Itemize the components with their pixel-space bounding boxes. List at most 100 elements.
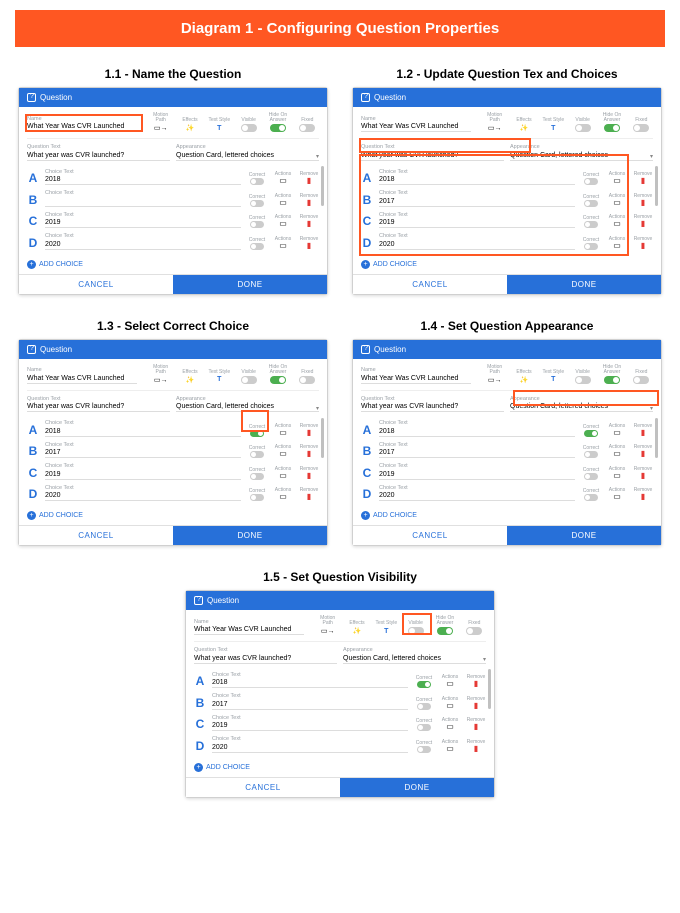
motion-path-tool[interactable]: Motion Path▭→	[483, 113, 506, 132]
cancel-button[interactable]: CANCEL	[19, 275, 173, 294]
motion-path-tool[interactable]: Motion Path▭→	[316, 616, 339, 635]
visible-toggle[interactable]: Visible	[571, 370, 594, 384]
scrollbar[interactable]	[488, 669, 491, 709]
done-button[interactable]: DONE	[507, 275, 661, 294]
actions-button[interactable]: Actions▭	[273, 236, 293, 250]
actions-button[interactable]: Actions▭	[440, 739, 460, 753]
appearance-select[interactable]: AppearanceQuestion Card, lettered choice…	[510, 397, 653, 413]
choice-text-field[interactable]: Choice Text2017	[379, 443, 575, 459]
visible-toggle[interactable]: Visible	[404, 621, 427, 635]
toggle-switch[interactable]	[437, 627, 453, 635]
add-choice-button[interactable]: +ADD CHOICE	[186, 760, 494, 775]
remove-button[interactable]: Remove▮	[466, 739, 486, 753]
question-text-field[interactable]: Question TextWhat year was CVR launched?	[361, 397, 504, 413]
correct-toggle[interactable]: Correct	[247, 215, 267, 228]
choice-text-field[interactable]: Choice Text2017	[212, 694, 408, 710]
done-button[interactable]: DONE	[507, 526, 661, 545]
add-choice-button[interactable]: +ADD CHOICE	[19, 257, 327, 272]
remove-button[interactable]: Remove▮	[299, 236, 319, 250]
correct-toggle[interactable]: Correct	[581, 172, 601, 185]
correct-toggle[interactable]: Correct	[581, 488, 601, 501]
scrollbar[interactable]	[321, 418, 324, 458]
cancel-button[interactable]: CANCEL	[186, 778, 340, 797]
remove-button[interactable]: Remove▮	[299, 466, 319, 480]
toggle-switch[interactable]	[241, 124, 257, 132]
text-style-tool[interactable]: Text StyleT	[375, 621, 398, 635]
actions-button[interactable]: Actions▭	[273, 466, 293, 480]
toggle-switch[interactable]	[408, 627, 424, 635]
correct-toggle[interactable]: Correct	[414, 740, 434, 753]
cancel-button[interactable]: CANCEL	[353, 526, 507, 545]
correct-toggle[interactable]: Correct	[581, 467, 601, 480]
hide-on-answer-toggle[interactable]: Hide On Answer	[266, 113, 289, 132]
fixed-toggle[interactable]: Fixed	[296, 370, 319, 384]
actions-button[interactable]: Actions▭	[273, 171, 293, 185]
correct-toggle[interactable]: Correct	[414, 675, 434, 688]
name-field[interactable]: NameWhat Year Was CVR Launched	[194, 620, 304, 636]
add-choice-button[interactable]: +ADD CHOICE	[19, 508, 327, 523]
question-text-field[interactable]: Question TextWhat year was CVR launched?	[27, 397, 170, 413]
toggle-switch[interactable]	[633, 124, 649, 132]
done-button[interactable]: DONE	[340, 778, 494, 797]
remove-button[interactable]: Remove▮	[299, 423, 319, 437]
toggle-switch[interactable]	[270, 376, 286, 384]
actions-button[interactable]: Actions▭	[273, 193, 293, 207]
remove-button[interactable]: Remove▮	[299, 171, 319, 185]
remove-button[interactable]: Remove▮	[633, 423, 653, 437]
actions-button[interactable]: Actions▭	[440, 696, 460, 710]
correct-toggle[interactable]: Correct	[247, 172, 267, 185]
choice-text-field[interactable]: Choice Text2018	[45, 170, 241, 186]
choice-text-field[interactable]: Choice Text2019	[45, 213, 241, 229]
choice-text-field[interactable]: Choice Text2017	[45, 443, 241, 459]
remove-button[interactable]: Remove▮	[633, 171, 653, 185]
choice-text-field[interactable]: Choice Text2020	[379, 486, 575, 502]
actions-button[interactable]: Actions▭	[607, 193, 627, 207]
correct-toggle[interactable]: Correct	[581, 424, 601, 437]
fixed-toggle[interactable]: Fixed	[630, 370, 653, 384]
name-field[interactable]: NameWhat Year Was CVR Launched	[361, 368, 471, 384]
appearance-select[interactable]: AppearanceQuestion Card, lettered choice…	[343, 648, 486, 664]
choice-text-field[interactable]: Choice Text2017	[379, 191, 575, 207]
remove-button[interactable]: Remove▮	[466, 674, 486, 688]
name-field[interactable]: NameWhat Year Was CVR Launched	[361, 117, 471, 133]
toggle-switch[interactable]	[466, 627, 482, 635]
actions-button[interactable]: Actions▭	[440, 674, 460, 688]
question-text-field[interactable]: Question TextWhat year was CVR launched?	[361, 145, 504, 161]
remove-button[interactable]: Remove▮	[299, 214, 319, 228]
remove-button[interactable]: Remove▮	[299, 487, 319, 501]
actions-button[interactable]: Actions▭	[607, 444, 627, 458]
add-choice-button[interactable]: +ADD CHOICE	[353, 257, 661, 272]
actions-button[interactable]: Actions▭	[607, 466, 627, 480]
actions-button[interactable]: Actions▭	[607, 423, 627, 437]
remove-button[interactable]: Remove▮	[633, 236, 653, 250]
choice-text-field[interactable]: Choice Text2019	[379, 213, 575, 229]
effects-tool[interactable]: Effects✨	[512, 370, 535, 384]
remove-button[interactable]: Remove▮	[299, 444, 319, 458]
name-field[interactable]: NameWhat Year Was CVR Launched	[27, 117, 137, 133]
actions-button[interactable]: Actions▭	[607, 487, 627, 501]
fixed-toggle[interactable]: Fixed	[463, 621, 486, 635]
effects-tool[interactable]: Effects✨	[178, 118, 201, 132]
text-style-tool[interactable]: Text StyleT	[208, 370, 231, 384]
name-field[interactable]: NameWhat Year Was CVR Launched	[27, 368, 137, 384]
correct-toggle[interactable]: Correct	[581, 194, 601, 207]
correct-toggle[interactable]: Correct	[247, 467, 267, 480]
actions-button[interactable]: Actions▭	[607, 236, 627, 250]
scrollbar[interactable]	[655, 166, 658, 206]
done-button[interactable]: DONE	[173, 275, 327, 294]
effects-tool[interactable]: Effects✨	[512, 118, 535, 132]
toggle-switch[interactable]	[299, 376, 315, 384]
actions-button[interactable]: Actions▭	[273, 214, 293, 228]
appearance-select[interactable]: AppearanceQuestion Card, lettered choice…	[510, 145, 653, 161]
actions-button[interactable]: Actions▭	[607, 171, 627, 185]
choice-text-field[interactable]: Choice Text2018	[379, 421, 575, 437]
hide-on-answer-toggle[interactable]: Hide On Answer	[266, 365, 289, 384]
remove-button[interactable]: Remove▮	[633, 487, 653, 501]
choice-text-field[interactable]: Choice Text2018	[379, 170, 575, 186]
effects-tool[interactable]: Effects✨	[345, 621, 368, 635]
correct-toggle[interactable]: Correct	[581, 445, 601, 458]
scrollbar[interactable]	[321, 166, 324, 206]
choice-text-field[interactable]: Choice Text	[45, 191, 241, 207]
actions-button[interactable]: Actions▭	[273, 423, 293, 437]
choice-text-field[interactable]: Choice Text2020	[379, 234, 575, 250]
